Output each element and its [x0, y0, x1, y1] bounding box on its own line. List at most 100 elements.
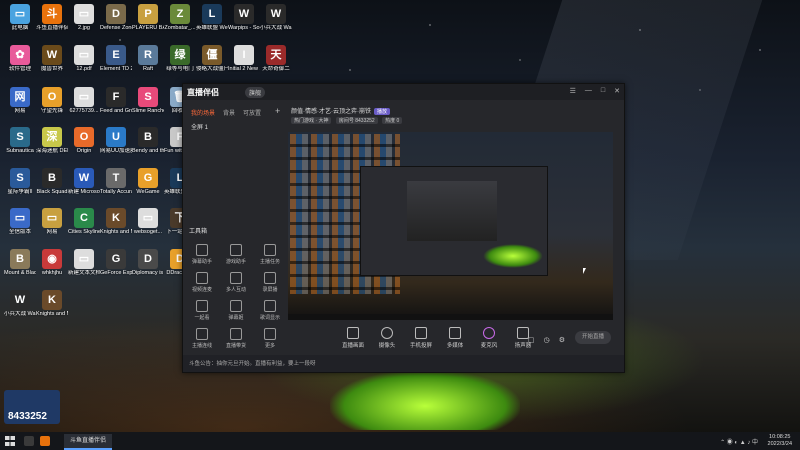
desktop-icon[interactable]: KKnights and Merchants...	[36, 290, 68, 317]
tool-label: 视频连麦	[191, 287, 212, 293]
tool-label: 多人互动	[225, 287, 246, 293]
toolbox-item[interactable]: 主播连线	[187, 328, 217, 349]
desktop-app-icon: R	[138, 45, 158, 65]
system-tray[interactable]: ⌃ ◉ ◐ ▲ ♪ 中	[720, 437, 758, 446]
start-live-button[interactable]: 开始直播	[575, 331, 611, 344]
toolbox-item[interactable]: 游戏助手	[221, 244, 251, 265]
desktop-icon[interactable]: ✿ 软件管理	[4, 45, 36, 72]
douyu-taskbar-icon[interactable]	[40, 436, 50, 446]
desktop-icon[interactable]: 深深海迷航 DEEEER...	[36, 127, 68, 154]
toolbox-item[interactable]: 视频连麦	[187, 272, 217, 293]
search-icon[interactable]	[24, 436, 34, 446]
tab-my-scenes[interactable]: 我的场景	[191, 108, 215, 117]
control-media[interactable]: 多媒体	[443, 327, 467, 349]
stream-preview[interactable]	[288, 132, 613, 320]
control-screen-label: 直播画面	[341, 343, 364, 349]
desktop-icon[interactable]: ▭ 2.jpg	[68, 4, 100, 31]
category-tag[interactable]: 热门游戏 · 大神	[291, 117, 332, 124]
toolbox-item[interactable]: 一起看	[187, 300, 217, 321]
app-version-badge[interactable]: 旗舰	[245, 87, 266, 98]
maximize-button[interactable]: □	[601, 87, 605, 95]
desktop-icon[interactable]: ▭ 网易	[36, 208, 68, 235]
tool-icon	[264, 272, 276, 284]
control-camera[interactable]: 摄像头	[375, 327, 399, 349]
tab-placeable[interactable]: 可放置	[243, 108, 261, 117]
desktop-app-icon: ▭	[74, 45, 94, 65]
desktop-icon[interactable]: W小兵大战 Warpips...	[260, 4, 292, 31]
desktop-icon[interactable]: BMount & Blade II ...	[4, 249, 36, 276]
desktop-icon[interactable]: U 网易UU加速器	[100, 127, 132, 154]
close-button[interactable]: ✕	[614, 87, 620, 95]
control-screen[interactable]: 直播画面	[341, 327, 365, 349]
desktop-icon[interactable]: ▭ 全信版本	[4, 208, 36, 235]
desktop-icon[interactable]: GGeForce Experience	[100, 249, 132, 276]
desktop-icon[interactable]: W小兵大战 Warpips	[4, 290, 36, 317]
desktop-icon[interactable]: DDiplomacy is Not a...	[132, 249, 164, 276]
desktop-icon[interactable]: FFeed and Grow Fish	[100, 87, 132, 114]
desktop-icon[interactable]: ◉ whkhjhu	[36, 249, 68, 276]
toolbox-item[interactable]: 弹幕姬	[221, 300, 251, 321]
desktop-icon-label: Knights and Merchants	[100, 229, 132, 235]
desktop-icon[interactable]: CCities Skylines	[68, 208, 100, 235]
desktop-icon[interactable]: BBendy and the Ink ...	[132, 127, 164, 154]
settings-icon[interactable]: ⚙	[559, 336, 565, 344]
desktop-icon[interactable]: 绿绿等与电门	[164, 45, 196, 72]
toolbox-item[interactable]: 直播带货	[221, 328, 251, 349]
minimize-button[interactable]: —	[585, 87, 592, 95]
play-badge[interactable]: 播放	[374, 108, 391, 115]
desktop-icon[interactable]: O Origin	[68, 127, 100, 154]
desktop-icon[interactable]: ▭新建文本文档.txt	[68, 249, 100, 276]
desktop-icon[interactable]: WWarpips - Soundtrack	[228, 4, 260, 31]
record-icon[interactable]: ▢	[528, 336, 535, 344]
desktop-icon[interactable]: KKnights and Merchants	[100, 208, 132, 235]
toolbox-item[interactable]: 主播任务	[255, 244, 285, 265]
taskbar-clock[interactable]: 10:08:25 2022/3/24	[768, 434, 792, 448]
desktop-icon[interactable]: O 守望先锋	[36, 87, 68, 114]
desktop-icon[interactable]: Z Zombatar_...	[164, 4, 196, 31]
desktop-icon[interactable]: IInitial 2 New Stories	[228, 45, 260, 72]
app-titlebar[interactable]: 直播伴侣 旗舰 ☰ — □ ✕	[183, 84, 624, 100]
notice-text[interactable]: 斗鱼公告：抽你元旦开始。直播有利益，要上一段呀	[189, 359, 316, 367]
desktop-icon[interactable]: ▭ 62775739...	[68, 87, 100, 114]
desktop-app-icon: L	[202, 4, 222, 24]
toolbox-item[interactable]: 弹幕助手	[187, 244, 217, 265]
desktop-icon[interactable]: SSlime Rancher	[132, 87, 164, 114]
desktop-icon[interactable]: 僵侵略大战僵尸 2010周年纪...	[196, 45, 228, 72]
desktop-icon[interactable]: ▭ 此电脑	[4, 4, 36, 31]
toolbox-item[interactable]: 歌词显示	[255, 300, 285, 321]
add-scene-icon[interactable]: +	[275, 106, 280, 116]
menu-button[interactable]: ☰	[570, 87, 576, 95]
control-phone-cast[interactable]: 手机投屏	[409, 327, 433, 349]
desktop-icon[interactable]: TTotally Accurat...	[100, 168, 132, 195]
desktop-icon[interactable]: PPLAYERU BATTLEGR...	[132, 4, 164, 31]
desktop-icon[interactable]: 斗斗鱼直播伴侣	[36, 4, 68, 31]
taskbar-app-button[interactable]: 斗鱼直播伴侣	[64, 434, 113, 450]
desktop-icon[interactable]: ▭ 12.pdf	[68, 45, 100, 72]
desktop-icon[interactable]: E Element TD 2	[100, 45, 132, 72]
desktop-icon[interactable]: ▭ websoget...	[132, 208, 164, 235]
toolbox-item[interactable]: 更多	[255, 328, 285, 349]
desktop-icon[interactable]: G WeGame	[132, 168, 164, 195]
scene-item[interactable]: 全屏 1	[191, 122, 208, 131]
toolbox-item[interactable]: 录屏播	[255, 272, 285, 293]
notice-bar: 斗鱼公告：抽你元旦开始。直播有利益，要上一段呀	[183, 355, 624, 372]
monitor-icon	[347, 327, 359, 339]
toolbox-item[interactable]: 多人互动	[221, 272, 251, 293]
desktop-app-icon: B	[42, 168, 62, 188]
desktop-icon[interactable]: 天天命奇御二	[260, 45, 292, 72]
desktop-icon[interactable]: W新建 Microsoft ...	[68, 168, 100, 195]
desktop-icon[interactable]: R Raft	[132, 45, 164, 72]
control-mic[interactable]: 麦克风	[477, 327, 501, 349]
desktop-icon[interactable]: B Black Squad	[36, 168, 68, 195]
desktop-icon[interactable]: W 魔兽世界	[36, 45, 68, 72]
timer-icon[interactable]: ◷	[544, 336, 550, 344]
desktop-icon[interactable]: DDefense Zone 3 Ult...	[100, 4, 132, 31]
desktop-icon[interactable]: S Subnautica	[4, 127, 36, 154]
desktop-app-icon: 僵	[202, 45, 222, 65]
desktop-icon[interactable]: S 星际争霸II	[4, 168, 36, 195]
desktop-icon[interactable]: L英雄联盟 WeGame版	[196, 4, 228, 31]
desktop-icon-label: 侵略大战僵尸 2010周年纪...	[196, 66, 228, 72]
tab-background[interactable]: 背景	[223, 108, 235, 117]
windows-start-icon[interactable]	[5, 436, 15, 446]
desktop-icon[interactable]: 网网易	[4, 87, 36, 114]
